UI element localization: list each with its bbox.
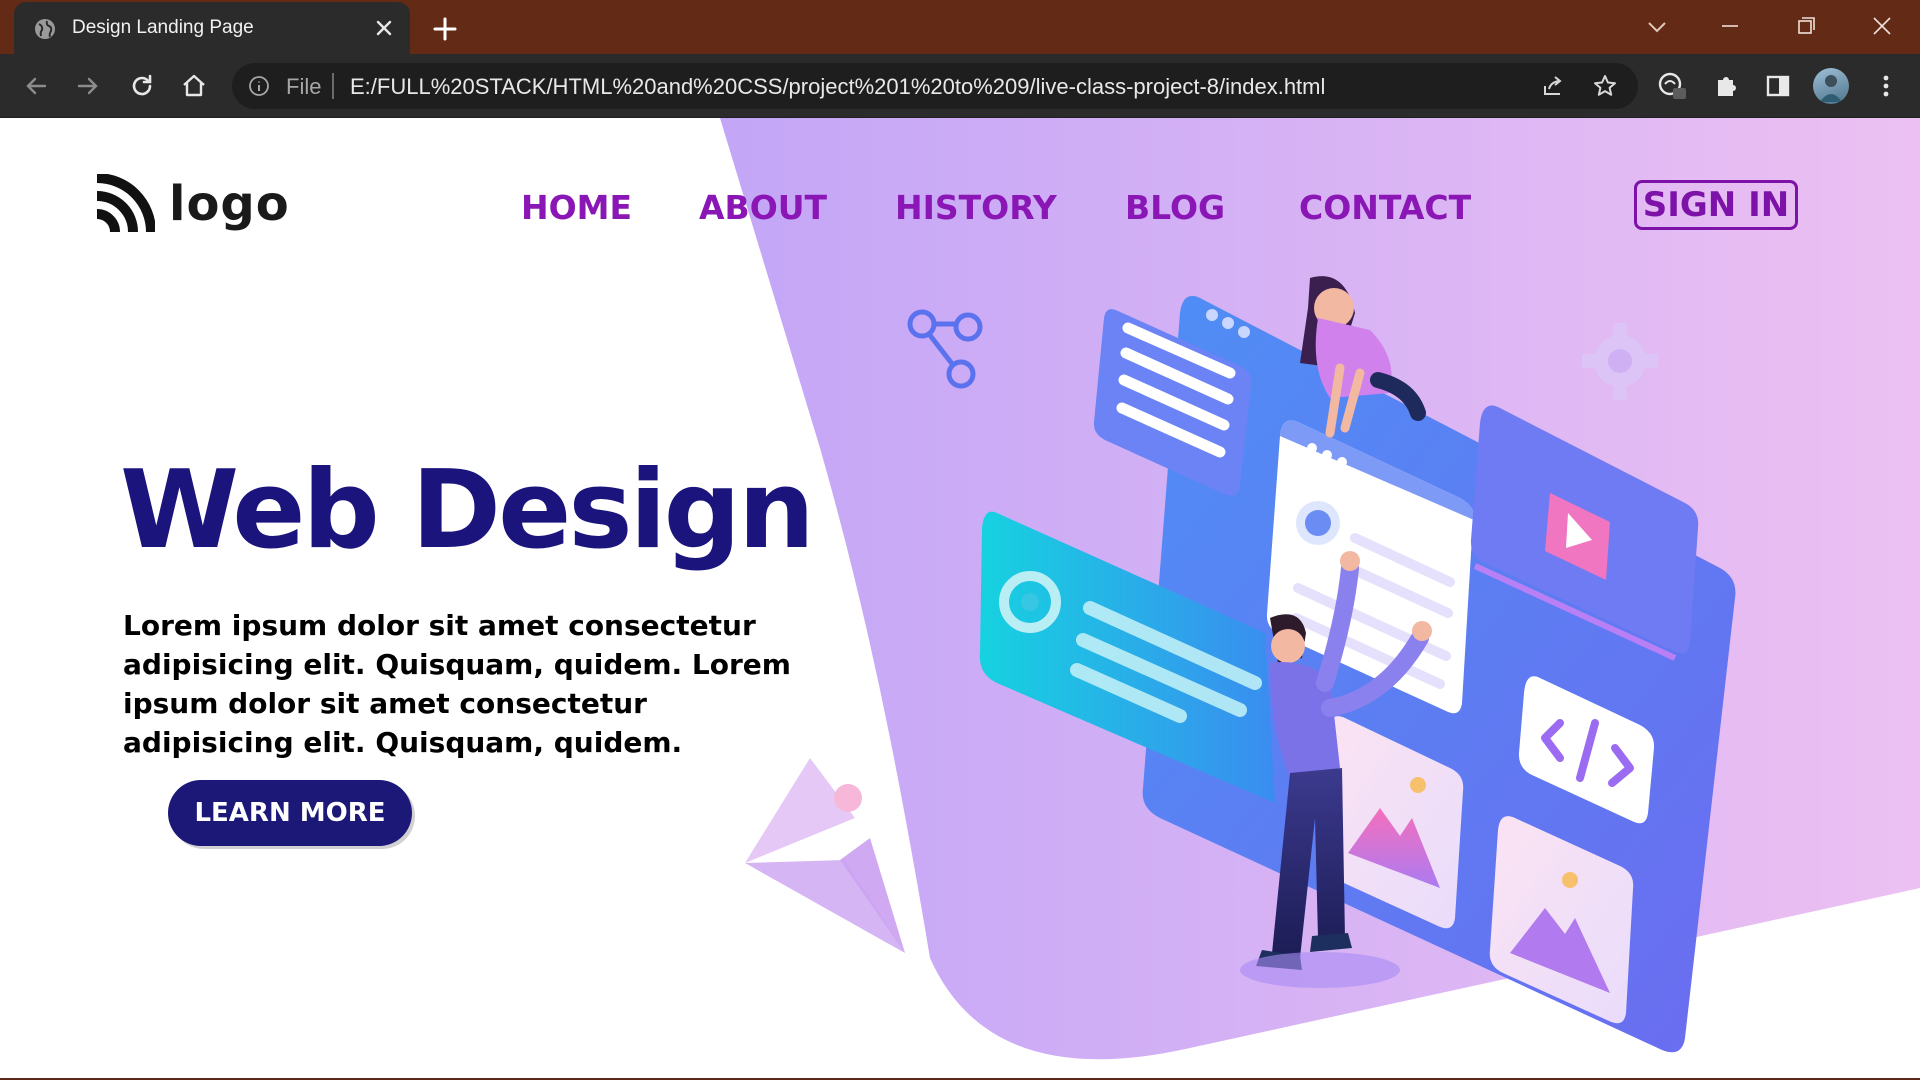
restore-icon[interactable] — [1790, 10, 1822, 42]
arrow-right-icon[interactable] — [72, 70, 104, 102]
profile-photo-icon — [1820, 75, 1842, 102]
star-icon[interactable] — [1592, 73, 1618, 99]
share-node-icon — [907, 309, 983, 389]
info-icon[interactable] — [248, 75, 270, 97]
arrow-left-icon[interactable] — [20, 70, 52, 102]
page-viewport: logo HOME ABOUT HISTORY BLOG CONTACT SIG… — [0, 118, 1920, 1080]
side-panel-icon[interactable] — [1762, 70, 1794, 102]
hero-illustration — [745, 276, 1736, 1053]
kebab-menu-icon[interactable] — [1870, 70, 1902, 102]
minimize-icon[interactable] — [1714, 10, 1746, 42]
puzzle-icon[interactable] — [1710, 70, 1742, 102]
reload-icon[interactable] — [126, 70, 158, 102]
address-bar[interactable]: File E:/FULL%20STACK/HTML%20and%20CSS/pr… — [232, 63, 1638, 109]
decor-triangles — [745, 758, 905, 953]
plus-icon[interactable] — [430, 14, 460, 44]
globe-icon — [35, 19, 55, 39]
browser-toolbar: File E:/FULL%20STACK/HTML%20and%20CSS/pr… — [0, 54, 1920, 118]
extension-badge-icon[interactable] — [1656, 70, 1688, 102]
tab-title: Design Landing Page — [72, 17, 254, 38]
scheme-label: File — [286, 74, 322, 99]
window-close-icon[interactable] — [1866, 10, 1898, 42]
tab-strip: Design Landing Page — [0, 0, 1920, 54]
gear-decor-icon — [1582, 323, 1658, 400]
avatar[interactable] — [1813, 68, 1849, 104]
home-icon[interactable] — [178, 70, 210, 102]
address-separator — [332, 73, 334, 99]
chevron-down-icon[interactable] — [1644, 14, 1670, 40]
close-icon[interactable] — [372, 16, 396, 40]
browser-tab[interactable]: Design Landing Page — [14, 2, 410, 54]
url-text[interactable]: E:/FULL%20STACK/HTML%20and%20CSS/project… — [350, 74, 1325, 100]
share-icon[interactable] — [1540, 73, 1566, 99]
